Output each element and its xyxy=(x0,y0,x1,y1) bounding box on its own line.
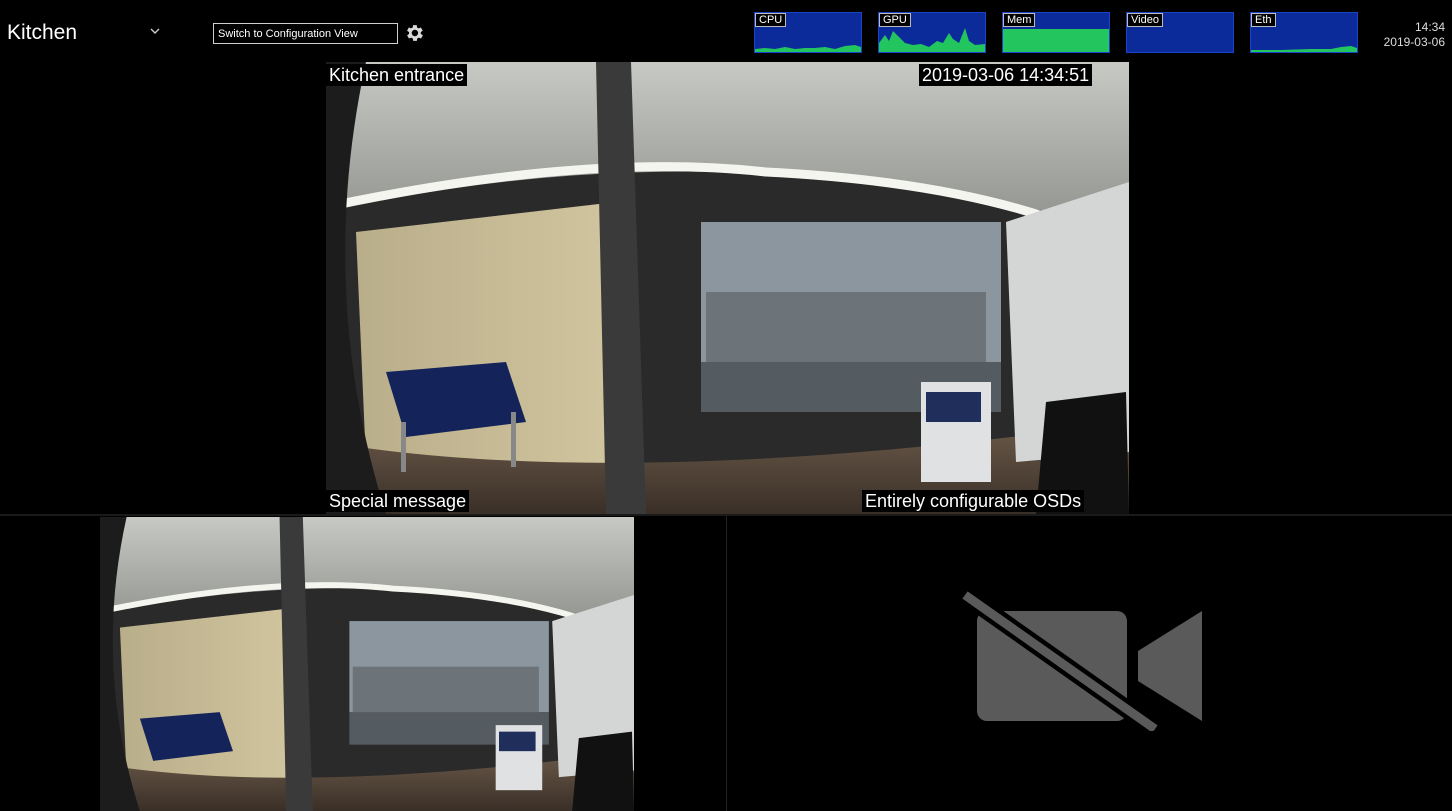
eth-meter: Eth xyxy=(1250,12,1358,53)
switch-to-configuration-view-button[interactable]: Switch to Configuration View xyxy=(213,23,398,44)
clock-date: 2019-03-06 xyxy=(1383,35,1445,49)
video-meter-label: Video xyxy=(1127,13,1163,27)
camera-tile-secondary[interactable] xyxy=(100,517,634,811)
mem-meter-label: Mem xyxy=(1003,13,1036,27)
video-meter: Video xyxy=(1126,12,1234,53)
osd-special-message: Special message xyxy=(326,490,470,512)
gpu-meter-label: GPU xyxy=(879,13,911,27)
osd-configurable-message: Entirely configurable OSDs xyxy=(862,490,1085,512)
cpu-meter-label: CPU xyxy=(755,13,787,27)
top-bar: Kitchen Switch to Configuration View CPU… xyxy=(0,0,1452,62)
camera-tile-main[interactable] xyxy=(326,62,1129,514)
clock: 14:34 2019-03-06 xyxy=(1384,20,1445,50)
cpu-meter: CPU xyxy=(754,12,862,53)
osd-camera-title: Kitchen entrance xyxy=(326,64,468,86)
eth-meter-label: Eth xyxy=(1251,13,1276,27)
video-off-icon xyxy=(959,587,1205,737)
gpu-meter: GPU xyxy=(878,12,986,53)
camera-feed-secondary xyxy=(100,517,634,811)
view-name: Kitchen xyxy=(7,21,78,44)
clock-time: 14:34 xyxy=(1414,20,1445,34)
vertical-divider xyxy=(726,516,727,811)
chevron-down-icon[interactable] xyxy=(148,24,162,36)
camera-feed-main xyxy=(326,62,1129,514)
mem-meter: Mem xyxy=(1002,12,1110,53)
osd-timestamp: 2019-03-06 14:34:51 xyxy=(919,64,1093,86)
gear-icon[interactable] xyxy=(403,22,425,44)
